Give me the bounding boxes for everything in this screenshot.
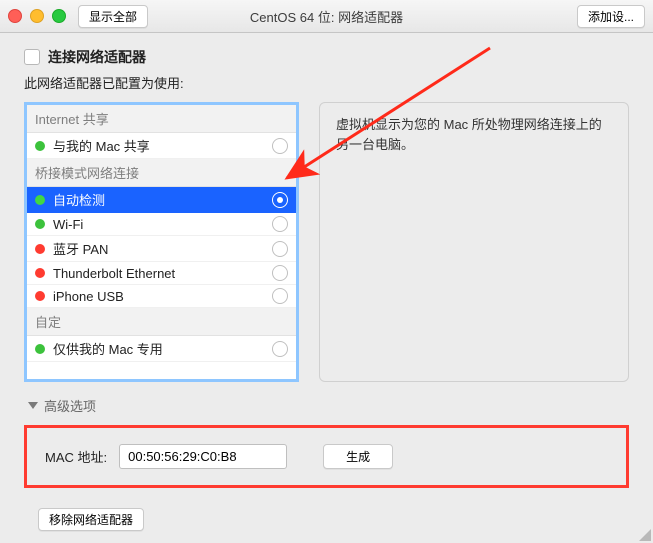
mac-address-label: MAC 地址: — [45, 447, 107, 466]
resize-grip-icon[interactable] — [639, 529, 651, 541]
generate-mac-button[interactable]: 生成 — [323, 444, 393, 469]
show-all-button[interactable]: 显示全部 — [78, 5, 148, 28]
option-label: Wi-Fi — [53, 217, 264, 232]
option-mac-only[interactable]: 仅供我的 Mac 专用 — [27, 336, 296, 362]
option-label: 蓝牙 PAN — [53, 239, 264, 258]
add-device-button[interactable]: 添加设... — [577, 5, 645, 28]
radio-icon[interactable] — [272, 138, 288, 154]
adapter-config-desc: 此网络适配器已配置为使用: — [24, 73, 629, 92]
option-description-panel: 虚拟机显示为您的 Mac 所处物理网络连接上的另一台电脑。 — [319, 102, 629, 382]
status-dot-icon — [35, 195, 45, 205]
option-wifi[interactable]: Wi-Fi — [27, 213, 296, 236]
option-label: Thunderbolt Ethernet — [53, 266, 264, 281]
mac-address-section: MAC 地址: 生成 — [24, 425, 629, 488]
status-dot-icon — [35, 244, 45, 254]
option-auto-detect[interactable]: 自动检测 — [27, 187, 296, 213]
minimize-icon[interactable] — [30, 9, 44, 23]
option-label: iPhone USB — [53, 289, 264, 304]
radio-icon[interactable] — [272, 241, 288, 257]
window-traffic-lights[interactable] — [8, 9, 66, 23]
option-label: 与我的 Mac 共享 — [53, 136, 264, 155]
section-internet-sharing: Internet 共享 — [27, 105, 296, 133]
advanced-options-disclosure[interactable]: 高级选项 — [28, 396, 629, 415]
network-source-list[interactable]: Internet 共享 与我的 Mac 共享 桥接模式网络连接 自动检测 Wi-… — [24, 102, 299, 382]
option-iphone-usb[interactable]: iPhone USB — [27, 285, 296, 308]
connect-adapter-label: 连接网络适配器 — [48, 47, 146, 67]
section-bridged: 桥接模式网络连接 — [27, 159, 296, 187]
zoom-icon[interactable] — [52, 9, 66, 23]
status-dot-icon — [35, 344, 45, 354]
option-share-with-mac[interactable]: 与我的 Mac 共享 — [27, 133, 296, 159]
option-bluetooth-pan[interactable]: 蓝牙 PAN — [27, 236, 296, 262]
radio-icon[interactable] — [272, 265, 288, 281]
option-thunderbolt[interactable]: Thunderbolt Ethernet — [27, 262, 296, 285]
close-icon[interactable] — [8, 9, 22, 23]
status-dot-icon — [35, 268, 45, 278]
status-dot-icon — [35, 219, 45, 229]
status-dot-icon — [35, 291, 45, 301]
connect-adapter-checkbox[interactable] — [24, 49, 40, 65]
radio-icon[interactable] — [272, 288, 288, 304]
advanced-options-label: 高级选项 — [44, 396, 96, 415]
option-label: 自动检测 — [53, 190, 264, 209]
chevron-down-icon — [28, 402, 38, 409]
section-custom: 自定 — [27, 308, 296, 336]
status-dot-icon — [35, 141, 45, 151]
remove-adapter-button[interactable]: 移除网络适配器 — [38, 508, 144, 531]
radio-icon[interactable] — [272, 192, 288, 208]
option-label: 仅供我的 Mac 专用 — [53, 339, 264, 358]
radio-icon[interactable] — [272, 341, 288, 357]
mac-address-input[interactable] — [119, 444, 287, 469]
radio-icon[interactable] — [272, 216, 288, 232]
